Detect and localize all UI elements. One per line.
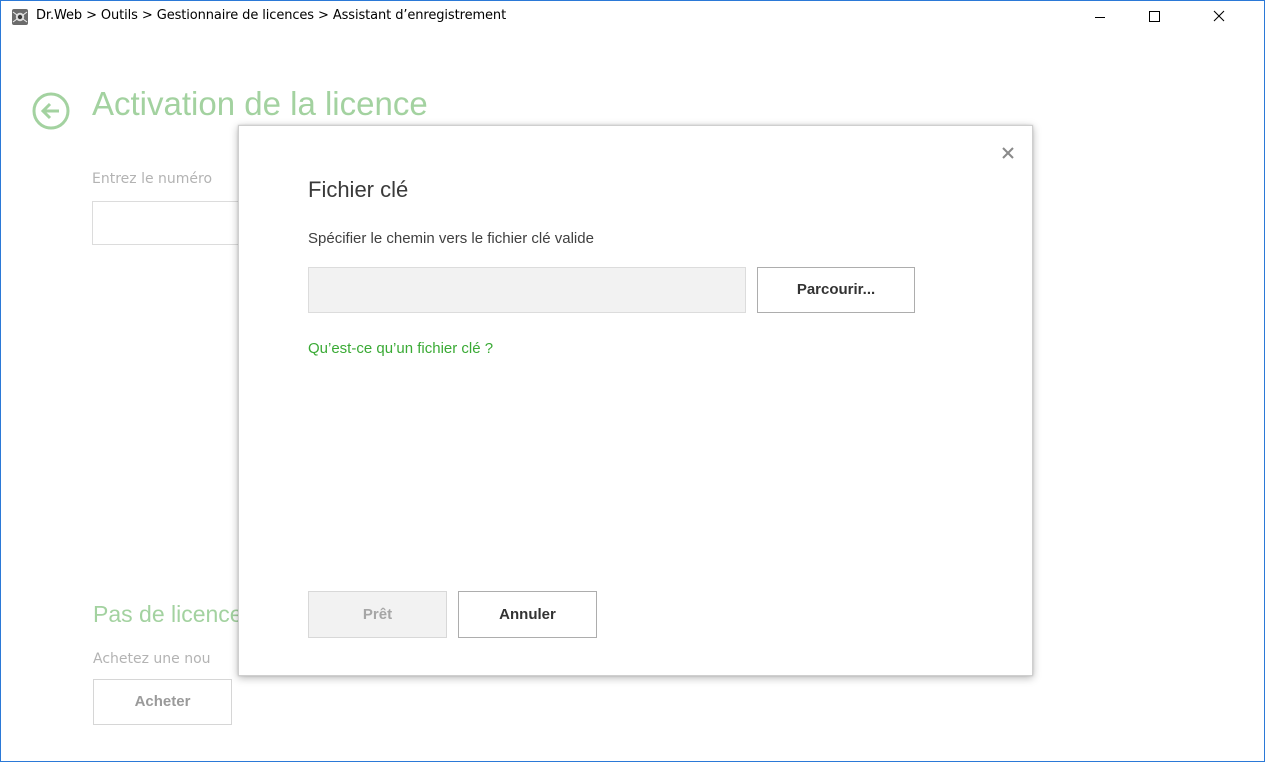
- buy-button[interactable]: Acheter: [93, 679, 232, 725]
- back-arrow-circle-icon[interactable]: [31, 91, 71, 131]
- cancel-button[interactable]: Annuler: [458, 591, 597, 638]
- window-title: Dr.Web > Outils > Gestionnaire de licenc…: [36, 8, 507, 23]
- maximize-icon[interactable]: [1131, 1, 1177, 33]
- page-title: Activation de la licence: [92, 85, 428, 122]
- what-is-key-file-link[interactable]: Qu’est-ce qu’un fichier clé ?: [308, 340, 493, 357]
- key-path-label: Spécifier le chemin vers le fichier clé …: [308, 230, 594, 247]
- close-icon[interactable]: [1196, 1, 1242, 33]
- no-license-title: Pas de licence: [93, 601, 243, 627]
- dialog-title: Fichier clé: [308, 177, 409, 202]
- drweb-spider-icon: [12, 9, 28, 25]
- license-number-prompt: Entrez le numéro: [92, 171, 213, 187]
- close-icon[interactable]: [999, 144, 1017, 162]
- key-file-dialog: Fichier clé Spécifier le chemin vers le …: [238, 125, 1033, 676]
- browse-button[interactable]: Parcourir...: [757, 267, 915, 313]
- title-bar: Dr.Web > Outils > Gestionnaire de licenc…: [1, 1, 1264, 33]
- ok-button[interactable]: Prêt: [308, 591, 447, 638]
- key-path-input[interactable]: [308, 267, 746, 313]
- no-license-text: Achetez une nou: [93, 651, 211, 667]
- app-window: Dr.Web > Outils > Gestionnaire de licenc…: [0, 0, 1265, 762]
- minimize-icon[interactable]: [1077, 1, 1123, 33]
